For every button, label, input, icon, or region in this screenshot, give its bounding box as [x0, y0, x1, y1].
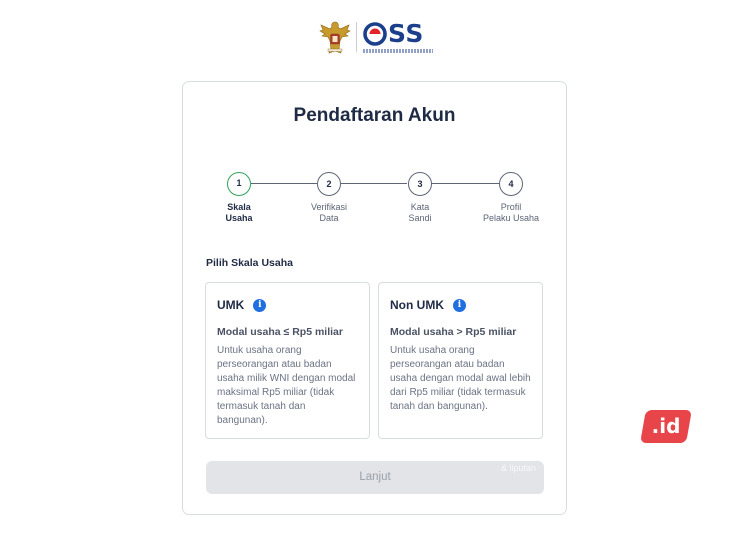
step-number: 3 — [408, 172, 432, 196]
option-description: Untuk usaha orang perseorangan atau bada… — [217, 345, 356, 426]
watermark-badge-text: .id — [651, 414, 681, 438]
step-profil-pelaku-usaha: 4 Profil Pelaku Usaha — [466, 172, 556, 224]
info-icon[interactable]: i — [453, 298, 466, 312]
option-non-umk[interactable]: Non UMK i Modal usaha > Rp5 miliar Untuk… — [378, 282, 543, 439]
step-number: 1 — [227, 172, 251, 196]
oss-logo: SS — [318, 18, 433, 56]
option-subtitle: Modal usaha ≤ Rp5 miliar — [217, 326, 343, 338]
oss-logo-text: SS — [388, 19, 424, 48]
page-title: Pendaftaran Akun — [293, 105, 456, 126]
step-skala-usaha: 1 Skala Usaha — [194, 172, 284, 224]
option-title: Non UMK — [390, 298, 444, 312]
next-button[interactable]: Lanjut — [206, 461, 544, 494]
oss-o-logo-icon — [363, 22, 387, 46]
step-number: 4 — [499, 172, 523, 196]
option-description: Untuk usaha orang perseorangan atau bada… — [390, 345, 531, 412]
garuda-emblem-icon — [319, 21, 351, 54]
registration-card: Pendaftaran Akun 1 Skala Usaha 2 Verifik… — [182, 81, 567, 515]
step-kata-sandi: 3 Kata Sandi — [375, 172, 465, 224]
option-umk[interactable]: UMK i Modal usaha ≤ Rp5 miliar Untuk usa… — [205, 282, 370, 439]
step-label: Kata Sandi — [408, 202, 432, 223]
step-label: Verifikasi Data — [310, 202, 347, 223]
option-subtitle: Modal usaha > Rp5 miliar — [390, 326, 517, 338]
info-icon[interactable]: i — [253, 298, 267, 312]
option-title: UMK — [217, 298, 245, 312]
step-label: Profil Pelaku Usaha — [482, 202, 540, 223]
section-label: Pilih Skala Usaha — [206, 257, 293, 269]
logo-divider — [356, 22, 357, 52]
watermark-text: & liputan — [501, 463, 537, 473]
oss-logo-subtitle — [363, 49, 433, 53]
step-verifikasi-data: 2 Verifikasi Data — [284, 172, 374, 224]
step-number: 2 — [317, 172, 341, 196]
step-label: Skala Usaha — [225, 202, 253, 223]
